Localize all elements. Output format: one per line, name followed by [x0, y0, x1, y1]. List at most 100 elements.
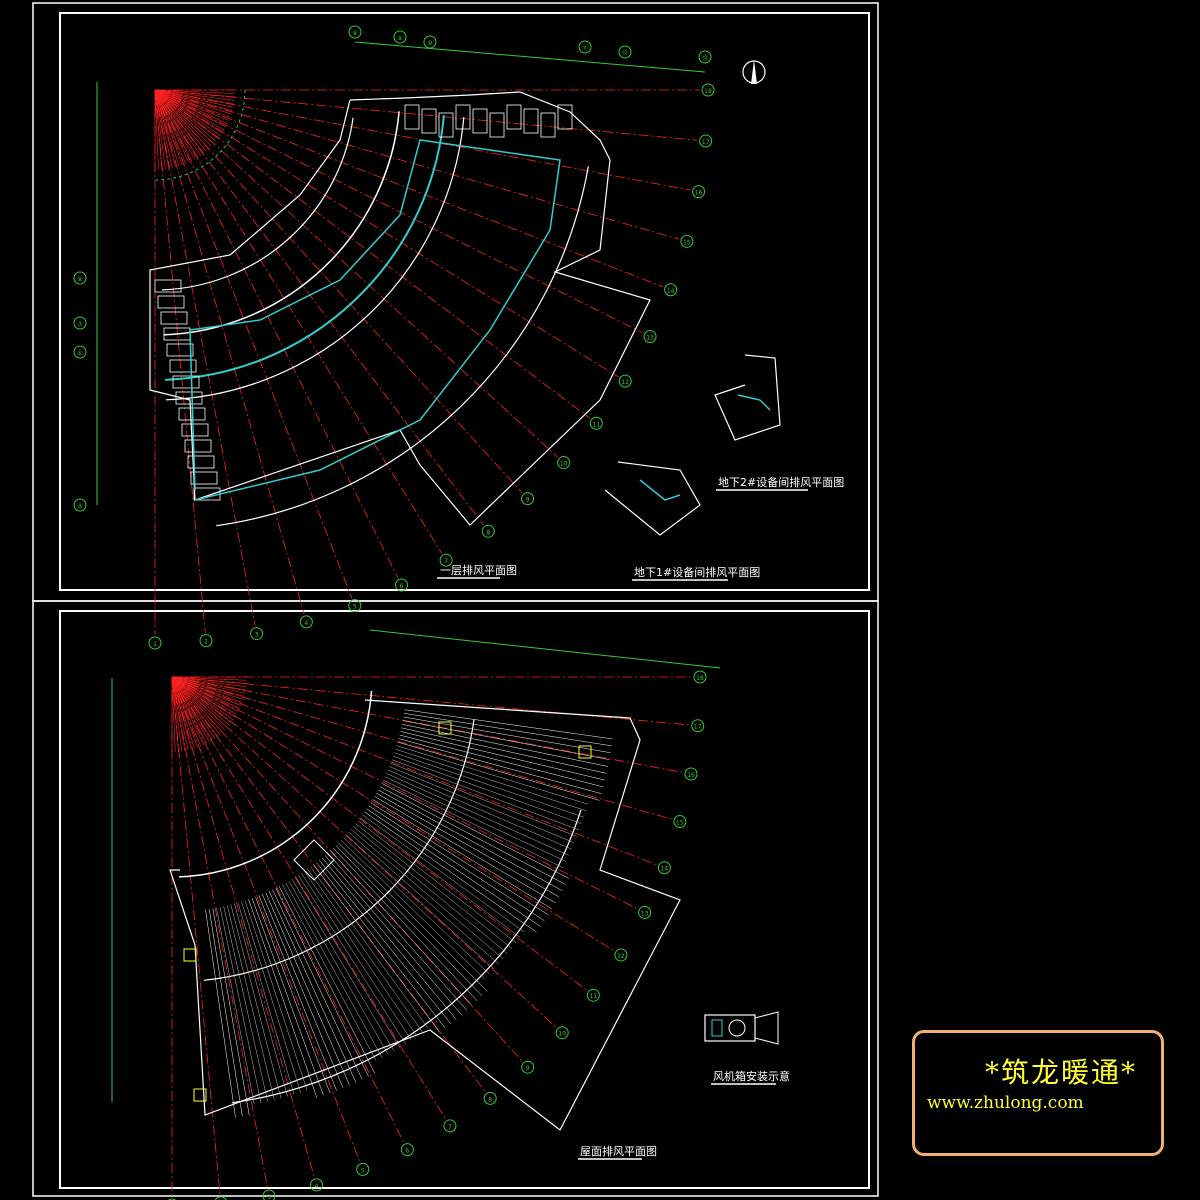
detail-b2-title: 地下2#设备间排风平面图 [718, 475, 844, 489]
roof-hatch-line [399, 734, 604, 788]
axis-bubble-label: 8 [486, 529, 490, 536]
arc-wall [203, 719, 475, 981]
axis-bubble-label: 15 [683, 239, 691, 246]
radial-axis-line [171, 676, 221, 1195]
roof-hatch-line [205, 909, 236, 1118]
roof-hatch-line [272, 889, 363, 1080]
origin-fan-line [173, 678, 226, 731]
roof-hatch-line [381, 783, 569, 879]
roof-hatch-line [404, 709, 613, 740]
arc-wall [216, 166, 589, 527]
watermark-title: *筑龙暖通* [985, 1056, 1138, 1089]
plan1-title: 一层排风平面图 [440, 563, 517, 577]
axis-bubble-label: 6 [405, 1148, 409, 1155]
roof-hatch-line [307, 868, 423, 1033]
detail-b1-duct [639, 479, 681, 501]
roof-hatch-line [313, 864, 441, 1033]
detail-b1-room [604, 461, 701, 536]
axis-bubble-label: 15 [676, 819, 684, 826]
room-cell [472, 108, 488, 134]
fan-impeller-icon [728, 1019, 746, 1037]
detail-b2-duct [737, 394, 771, 411]
zhulong-watermark: *筑龙暖通* www.zhulong.com [912, 1030, 1164, 1156]
roof-hatch-line [332, 847, 478, 1002]
axis-bubble-label: 17 [694, 724, 702, 731]
top-axis-bubble-label: ⑧ [352, 30, 357, 37]
axis-bubble-label: 3 [255, 632, 259, 639]
roof-hatch-line [368, 805, 545, 921]
top-dimension-line [354, 41, 706, 73]
roof-hatch-line [404, 713, 612, 747]
roof-hatch-line [301, 873, 412, 1041]
axis-bubble-label: 7 [448, 1124, 452, 1131]
sheet2-outer-frame [32, 600, 879, 1197]
roof-hatch-line [310, 866, 429, 1029]
axis-bubble-label: 2 [204, 639, 208, 646]
axis-bubble-label: 17 [702, 139, 710, 146]
radial-axis-line [171, 676, 315, 1178]
roof-hatch-line [398, 738, 602, 794]
axis-bubble-label: 16 [687, 772, 695, 779]
top-axis-bubble-label: ⑫ [622, 49, 628, 57]
roof-outline [169, 699, 681, 1131]
room-cell [169, 359, 197, 373]
roof-hatch-line [219, 906, 262, 1103]
exhaust-fan-icon [183, 948, 197, 962]
top-dimension-line [369, 629, 721, 669]
axis-bubble-label: 4 [304, 620, 308, 627]
room-cell [154, 279, 182, 293]
radial-axis-line [154, 89, 206, 633]
axis-bubble-label: 14 [667, 288, 675, 295]
roof-hatch-line [402, 724, 608, 767]
arc-wall [178, 690, 373, 878]
fan-outlet [754, 1011, 779, 1045]
room-cell [187, 455, 215, 469]
roof-hatch-line [327, 852, 468, 1011]
roof-hatch-line [304, 870, 418, 1037]
room-cell [160, 311, 188, 325]
room-cell [157, 295, 185, 309]
room-cell [421, 108, 437, 134]
axis-bubble-label: 5 [353, 604, 357, 611]
radial-axis-line [154, 89, 664, 288]
roof-hatch-line [208, 909, 243, 1117]
watermark-url: www.zhulong.com [927, 1093, 1084, 1113]
roof-hatch-line [319, 859, 452, 1024]
axis-bubble-label: 13 [646, 334, 654, 341]
axis-bubble-label: 10 [558, 1031, 566, 1038]
axis-bubble-label: 10 [560, 461, 568, 468]
axis-bubble-label: 3 [267, 1194, 271, 1200]
roof-hatch-line [285, 882, 383, 1058]
top-axis-bubble-label: ⑪ [582, 44, 588, 52]
roof-hatch-line [402, 720, 610, 760]
left-axis-bubble-label: ⑥ [77, 350, 82, 357]
radial-axis-line [154, 89, 644, 334]
roof-hatch-line [248, 899, 318, 1098]
cad-drawing: 18 17 16 15 14 13 12 11 10 9 8 7 6 5 4 3 2 1 ⑧ ⑨ ⑩ ⑪ ⑫ ⑬ ⑧ ⑦ ⑥ ④ 18… [32, 2, 879, 1200]
duct-arc [165, 115, 445, 381]
plan2-title: 屋面排风平面图 [580, 1144, 657, 1158]
axis-bubble-label: 18 [704, 88, 712, 95]
room-cell [523, 108, 539, 134]
roof-hatch-line [275, 887, 369, 1077]
room-cell [540, 112, 556, 138]
roof-hatch-line [255, 896, 331, 1094]
left-axis-bubble-label: ⑧ [77, 276, 82, 283]
room-cell [166, 343, 194, 357]
axis-bubble-label: 12 [621, 379, 629, 386]
roof-plan: 18 17 16 15 14 13 12 11 10 9 8 7 6 5 4 3 2 1 [111, 629, 721, 1200]
axis-bubble-label: 4 [315, 1183, 319, 1190]
roof-hatch-line [234, 903, 288, 1097]
axis-bubble-label: 14 [661, 866, 669, 873]
axis-bubble-label: 8 [488, 1096, 492, 1103]
axis-bubble-label: 6 [400, 583, 404, 590]
radial-axis-line [154, 89, 591, 419]
axis-bubble-label: 5 [361, 1167, 365, 1174]
detail-b1-title: 地下1#设备间排风平面图 [634, 565, 760, 579]
roof-hatch-line [316, 862, 446, 1029]
top-axis-bubble-label: ⑨ [397, 35, 402, 42]
roof-hatch-line [384, 776, 567, 862]
arc-wall [161, 117, 354, 291]
left-axis-bubble-label: ④ [77, 503, 82, 510]
axis-bubble-label: 9 [526, 1065, 530, 1072]
